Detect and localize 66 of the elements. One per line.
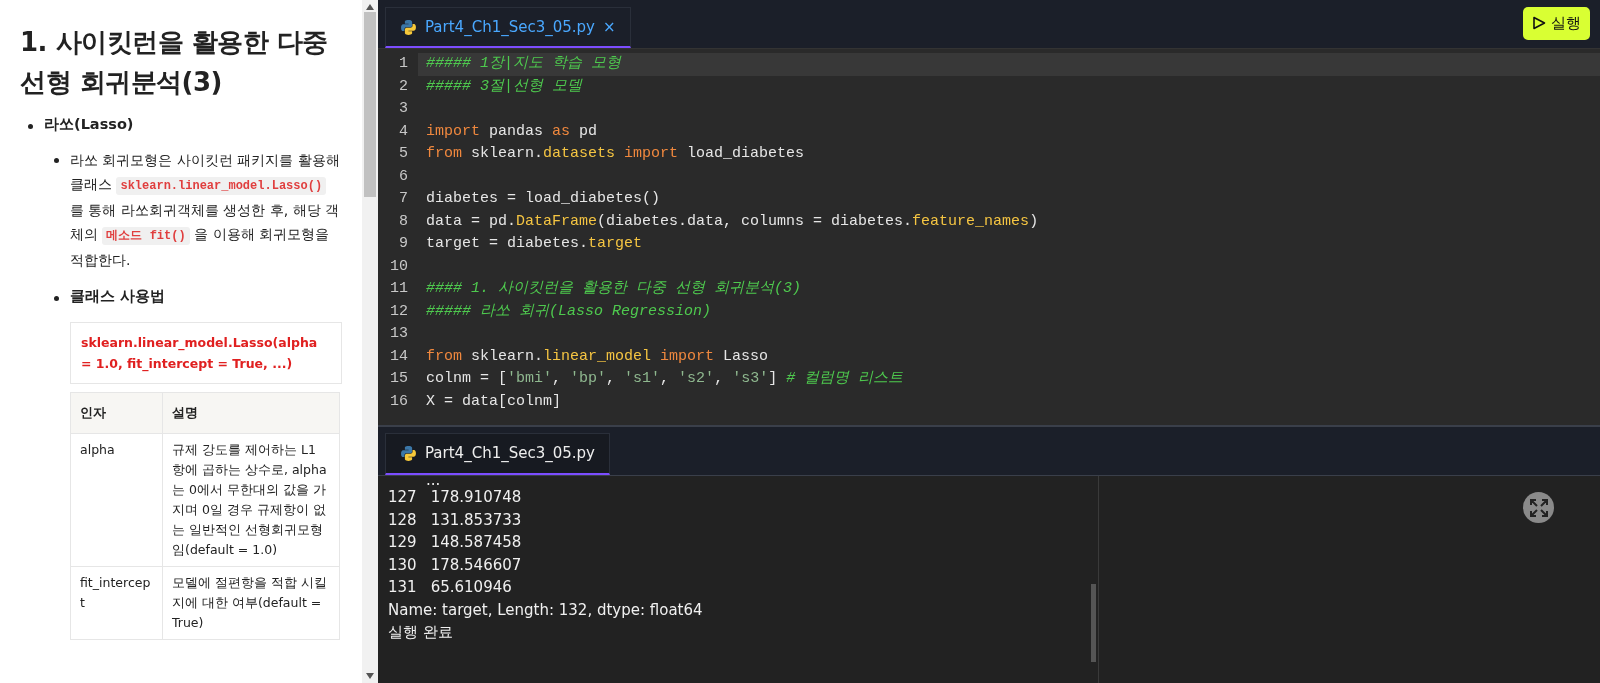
python-icon xyxy=(400,445,417,462)
row-index: 127 xyxy=(388,487,417,508)
row-value: 65.610946 xyxy=(430,577,512,598)
code-line: ##### 라쏘 회귀(Lasso Regression) xyxy=(425,301,713,322)
python-icon xyxy=(400,18,417,36)
row-index: 129 xyxy=(388,532,417,553)
output-tab[interactable]: Part4_Ch1_Sec3_05.py xyxy=(385,433,610,475)
line-number: 2 xyxy=(398,76,409,97)
row-value: 178.910748 xyxy=(430,487,522,508)
line-number: 13 xyxy=(389,324,409,344)
section-heading: 라쏘(Lasso) xyxy=(44,115,135,134)
column-header: 설명 xyxy=(162,392,340,433)
description-text: 라쏘 회귀모형은 사이킷런 패키지를 활용해 클래스 sklearn.linear_model.Lasso() 를 통해 라쏘회귀객체를 생성한 후, 해당 객체의 메소드 fit() 을 이용해 회귀모형을 적합한다. xyxy=(70,150,341,270)
line-number: 6 xyxy=(398,166,409,187)
row-value: 131.853733 xyxy=(430,509,522,531)
subsection-heading: 클래스 사용법 xyxy=(70,286,167,306)
line-number: 8 xyxy=(398,211,409,232)
line-number: 14 xyxy=(389,346,409,367)
scrollbar-thumb[interactable] xyxy=(1091,584,1096,662)
file-tab[interactable]: Part4_Ch1_Sec3_05.py × xyxy=(385,7,631,48)
code-line: import pandas as pd xyxy=(425,121,599,142)
page-title: 1. 사이킷런을 활용한 다중 선형 회귀분석(3) xyxy=(20,26,329,99)
fullscreen-icon[interactable] xyxy=(1523,492,1554,523)
line-number: 7 xyxy=(398,189,409,209)
line-number: 12 xyxy=(389,301,409,322)
run-button[interactable]: 실행 xyxy=(1523,7,1590,40)
table-cell: 모델에 절편항을 적합 시킬지에 대한 여부(default = True) xyxy=(162,566,340,639)
scroll-down-icon[interactable] xyxy=(366,673,374,679)
row-value: 178.546607 xyxy=(430,554,522,576)
output-text: Name: target, Length: 132, dtype: float64 xyxy=(388,600,703,619)
code-line: from sklearn.datasets import load_diabetes xyxy=(425,144,806,164)
code-line: data = pd.DataFrame(diabetes.data, columns = diabetes.feature_names) xyxy=(425,211,1040,232)
code-line: target = diabetes.target xyxy=(425,234,644,254)
line-number: 3 xyxy=(398,99,409,119)
row-index: 131 xyxy=(388,577,417,598)
code-line: #### 1. 사이킷런을 활용한 다중 선형 회귀분석(3) xyxy=(425,279,803,299)
scrollbar-thumb[interactable] xyxy=(364,12,376,197)
line-number: 15 xyxy=(389,369,409,389)
row-index: 130 xyxy=(388,554,417,576)
line-number: 1 xyxy=(398,54,409,74)
table-cell: fit_intercept xyxy=(70,566,163,639)
inline-code: sklearn.linear_model.Lasso() xyxy=(116,176,327,195)
line-number: 10 xyxy=(389,256,409,277)
line-number: 16 xyxy=(389,391,409,412)
bullet-icon xyxy=(54,295,59,301)
bullet-icon xyxy=(28,124,33,129)
table-cell: 규제 강도를 제어하는 L1 항에 곱하는 상수로, alpha는 0에서 무한대의 값을 가지며 0일 경우 규제항이 없는 일반적인 선형회귀모형임(default = 1.0) xyxy=(162,433,340,566)
code-line: colnm = ['bmi', 'bp', 's1', 's2', 's3'] # 컬럼명 리스트 xyxy=(425,369,905,389)
row-index: 128 xyxy=(388,509,417,531)
code-line: X = data[colnm] xyxy=(425,391,563,412)
inline-code: 메소드 fit() xyxy=(102,226,190,245)
line-number: 11 xyxy=(389,279,409,299)
line-number: 4 xyxy=(398,121,409,142)
bullet-icon xyxy=(54,157,59,163)
code-signature: sklearn.linear_model.Lasso(alpha = 1.0, fit_intercept = True, ...) xyxy=(70,321,342,384)
row-value: 148.587458 xyxy=(430,532,522,553)
play-icon xyxy=(1532,16,1546,31)
column-header: 인자 xyxy=(70,392,163,433)
code-line: ##### 3절|선형 모델 xyxy=(425,76,584,97)
code-line: diabetes = load_diabetes() xyxy=(425,189,662,209)
code-line: from sklearn.linear_model import Lasso xyxy=(425,346,770,367)
line-number: 9 xyxy=(398,234,409,254)
scroll-up-icon[interactable] xyxy=(366,4,374,10)
line-number: 5 xyxy=(398,144,409,164)
table-cell: alpha xyxy=(70,433,163,566)
status-text: 실행 완료 xyxy=(388,623,453,641)
